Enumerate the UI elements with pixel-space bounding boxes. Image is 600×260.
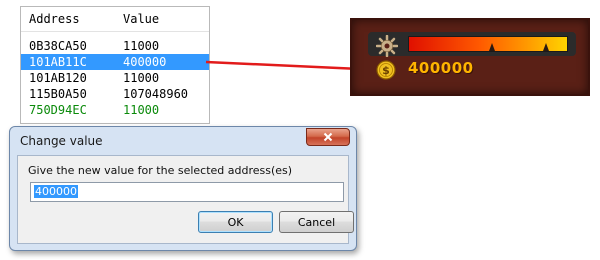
gold-amount: 400000 — [408, 59, 474, 77]
value-cell: 11000 — [123, 39, 160, 53]
dialog-titlebar[interactable]: Change value — [10, 127, 356, 155]
address-list: Address Value 0B38CA50 11000 101AB11C 40000… — [20, 6, 210, 124]
address-cell: 101AB11C — [29, 55, 87, 69]
close-button[interactable] — [306, 128, 350, 146]
bar-marker — [489, 43, 495, 51]
address-list-row[interactable]: 0B38CA50 11000 — [21, 38, 209, 54]
new-value-input[interactable]: 400000 — [30, 182, 344, 202]
gold-coin-icon: $ — [376, 60, 396, 80]
address-list-rows: 0B38CA50 11000 101AB11C 400000 101AB120 11000… — [21, 32, 209, 118]
address-list-row[interactable]: 750D94EC 11000 — [21, 102, 209, 118]
ok-button[interactable]: OK — [198, 211, 273, 233]
value-cell: 107048960 — [123, 87, 189, 101]
value-column-header[interactable]: Value — [113, 12, 209, 26]
value-cell: 11000 — [123, 71, 160, 85]
address-list-row[interactable]: 101AB120 11000 — [21, 70, 209, 86]
svg-text:$: $ — [382, 64, 390, 77]
change-value-dialog: Change value Give the new value for the … — [9, 126, 357, 251]
cancel-button[interactable]: Cancel — [279, 211, 354, 233]
address-cell: 101AB120 — [29, 71, 87, 85]
address-cell: 750D94EC — [29, 103, 87, 117]
selected-input-text: 400000 — [34, 185, 78, 198]
close-icon — [323, 132, 333, 142]
dialog-title: Change value — [20, 134, 103, 148]
bar-marker — [543, 43, 549, 51]
address-cell: 115B0A50 — [29, 87, 87, 101]
address-list-row[interactable]: 101AB11C 400000 — [21, 54, 209, 70]
gear-icon — [376, 35, 398, 57]
dialog-body: Give the new value for the selected addr… — [17, 155, 354, 244]
screenshot-canvas: Address Value 0B38CA50 11000 101AB11C 40000… — [0, 0, 600, 260]
resource-bar — [408, 36, 568, 52]
address-list-header: Address Value — [21, 7, 209, 32]
address-column-header[interactable]: Address — [21, 12, 113, 26]
address-cell: 0B38CA50 — [29, 39, 87, 53]
game-hud: $ 400000 — [350, 18, 590, 96]
dialog-prompt: Give the new value for the selected addr… — [28, 164, 293, 177]
value-cell: 11000 — [123, 103, 160, 117]
address-list-row[interactable]: 115B0A50 107048960 — [21, 86, 209, 102]
value-cell: 400000 — [123, 55, 167, 69]
